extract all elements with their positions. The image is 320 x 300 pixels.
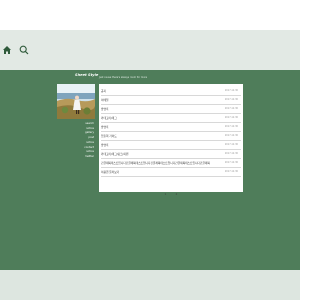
post-date: 2017.12.30 (224, 98, 238, 101)
list-item[interactable]: 이용권 둘러보기 2017.12.30 (101, 167, 241, 177)
post-date: 2017.12.30 (224, 134, 238, 137)
top-band (0, 0, 300, 30)
post-title[interactable]: 입출력 가이드 (101, 134, 117, 138)
post-title[interactable]: 카테고리/태그/링크/지원 (101, 152, 128, 156)
post-title[interactable]: 이용권 둘러보기 (101, 170, 119, 174)
post-date: 2017.12.30 (224, 107, 238, 110)
post-date: 2017.12.30 (224, 116, 238, 119)
post-title[interactable]: 긴글제목테스트입니다긴글제목테스트입니다긴글제목테스트입니다긴글제목테스트입니다… (101, 161, 210, 165)
blog-subtitle: Just cause there's always room for more (99, 76, 148, 79)
post-list-panel: 공지 2017.12.30 이메일 2017.12.30 방명록 2017.12… (99, 84, 243, 196)
post-date: 2017.12.30 (224, 125, 238, 128)
sidebar-item-twitter[interactable]: twitter (60, 155, 94, 160)
post-title[interactable]: 공지 (101, 89, 106, 93)
sidebar-menu: search notice gallery post notice contac… (60, 122, 94, 160)
post-title[interactable]: 방명록 (101, 107, 108, 111)
blog-title[interactable]: Sheet Style (75, 73, 98, 77)
post-title[interactable]: 카테고리/태그 (101, 116, 117, 120)
nav-bar (0, 30, 300, 70)
post-title[interactable]: 이메일 (101, 98, 108, 102)
post-title[interactable]: 방명록 (101, 143, 108, 147)
footer (0, 270, 300, 300)
profile-image (57, 84, 95, 119)
pagination: 1 2 (99, 180, 243, 199)
home-icon[interactable] (2, 45, 12, 55)
page-link-1[interactable]: 1 (165, 192, 167, 196)
post-date: 2017.12.30 (224, 89, 238, 92)
post-date: 2017.12.30 (224, 161, 238, 164)
post-title[interactable]: 방명록 (101, 125, 108, 129)
search-icon[interactable] (19, 45, 29, 55)
post-date: 2017.12.30 (224, 143, 238, 146)
page-link-2[interactable]: 2 (176, 192, 178, 196)
post-date: 2017.12.30 (224, 170, 238, 173)
post-date: 2017.12.30 (224, 152, 238, 155)
